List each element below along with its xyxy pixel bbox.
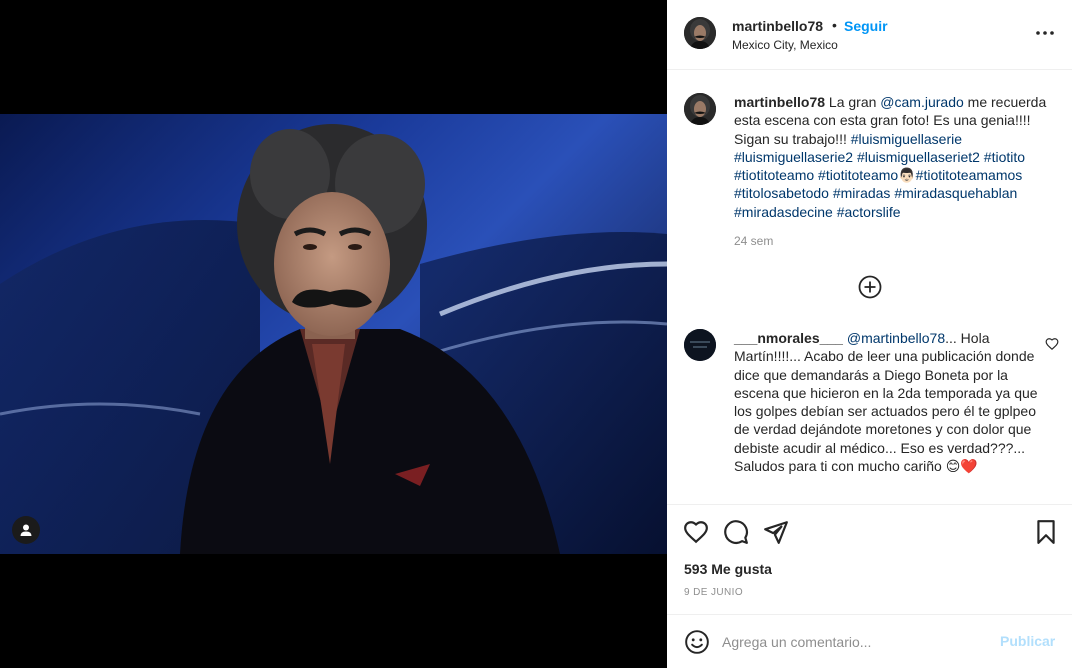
- comment-input[interactable]: [722, 630, 992, 654]
- bookmark-icon[interactable]: [1033, 519, 1059, 545]
- photo-illustration: [0, 124, 667, 554]
- user-tag-icon: [20, 524, 32, 536]
- load-more-comments-icon[interactable]: [857, 274, 883, 300]
- author-avatar[interactable]: [684, 17, 716, 49]
- hashtag[interactable]: #miradasdecine #actorslife: [734, 204, 901, 220]
- emoji-icon[interactable]: [684, 629, 710, 655]
- caption-mention[interactable]: @cam.jurado: [880, 94, 963, 110]
- post-date: 9 DE JUNIO: [684, 587, 744, 598]
- separator-dot: •: [832, 17, 837, 33]
- follow-button[interactable]: Seguir: [844, 18, 888, 34]
- share-icon[interactable]: [763, 519, 789, 545]
- caption-emoji: 👨🏻: [898, 167, 916, 184]
- comment-like-icon[interactable]: [1045, 337, 1059, 351]
- comments-list[interactable]: martinbello78 La gran @cam.jurado me rec…: [667, 71, 1072, 504]
- post-header: martinbello78 • Seguir Mexico City, Mexi…: [667, 0, 1072, 70]
- action-bar: 593 Me gusta 9 DE JUNIO: [667, 504, 1072, 614]
- caption-avatar[interactable]: [684, 93, 716, 125]
- author-username[interactable]: martinbello78: [732, 18, 823, 34]
- comment-username[interactable]: ___nmorales___: [734, 330, 843, 346]
- heart-icon[interactable]: [683, 519, 709, 545]
- commenter-avatar[interactable]: [684, 329, 716, 361]
- hashtag[interactable]: #tiotitoteamo #tiotitoteamo: [734, 167, 898, 183]
- avatar-image: [684, 17, 716, 49]
- comment-mention[interactable]: @martinbello78: [847, 330, 945, 346]
- publish-button[interactable]: Publicar: [1000, 633, 1055, 649]
- caption-text-part: La gran: [825, 94, 881, 110]
- comment-composer: Publicar: [667, 614, 1072, 668]
- post-location[interactable]: Mexico City, Mexico: [732, 38, 838, 52]
- user-tag-button[interactable]: [12, 516, 40, 544]
- comment-text: ___nmorales___ @martinbello78... Hola Ma…: [734, 329, 1044, 475]
- comment-emojis: 😊❤️: [945, 458, 978, 475]
- media-area: [0, 0, 667, 668]
- hashtag[interactable]: #luismiguellaserie: [851, 131, 962, 147]
- post-viewer: martinbello78 • Seguir Mexico City, Mexi…: [0, 0, 1072, 668]
- comment-body: ... Hola Martín!!!!... Acabo de leer una…: [734, 330, 1038, 475]
- hashtag[interactable]: #luismiguellaserie2 #luismiguellaseriet2…: [734, 149, 1025, 165]
- hashtag[interactable]: #tiotitoteamamos: [916, 167, 1023, 183]
- caption-username[interactable]: martinbello78: [734, 94, 825, 110]
- post-details-panel: martinbello78 • Seguir Mexico City, Mexi…: [667, 0, 1072, 668]
- post-photo[interactable]: [0, 114, 667, 554]
- likes-count[interactable]: 593 Me gusta: [684, 561, 772, 577]
- hashtag[interactable]: #titolosabetodo #miradas #miradasquehabl…: [734, 185, 1017, 201]
- more-options-icon[interactable]: [1033, 25, 1057, 41]
- avatar-image: [684, 93, 716, 125]
- caption-text: martinbello78 La gran @cam.jurado me rec…: [734, 93, 1059, 221]
- comment-icon[interactable]: [723, 519, 749, 545]
- avatar-image: [684, 329, 716, 361]
- caption-timestamp[interactable]: 24 sem: [734, 234, 773, 248]
